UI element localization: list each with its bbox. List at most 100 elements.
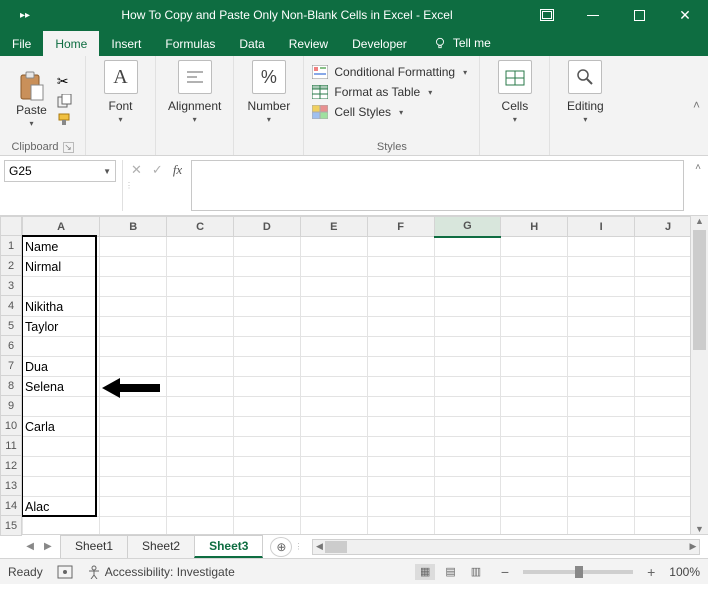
cell-E1[interactable] — [300, 237, 367, 257]
cell-D3[interactable] — [233, 277, 300, 297]
cell-A12[interactable] — [23, 457, 100, 477]
cell-G14[interactable] — [434, 497, 501, 517]
number-button[interactable]: % — [252, 60, 286, 94]
cell-J2[interactable] — [635, 257, 690, 277]
collapse-ribbon-icon[interactable]: ˄ — [693, 98, 700, 112]
column-header-G[interactable]: G — [434, 217, 501, 237]
cell-B6[interactable] — [100, 337, 167, 357]
cell-A11[interactable] — [23, 437, 100, 457]
editing-button[interactable] — [568, 60, 602, 94]
cell-H11[interactable] — [501, 437, 568, 457]
row-header-10[interactable]: 10 — [0, 416, 22, 436]
cell-B4[interactable] — [100, 297, 167, 317]
cell-I13[interactable] — [568, 477, 635, 497]
cell-J3[interactable] — [635, 277, 690, 297]
column-header-B[interactable]: B — [100, 217, 167, 237]
cell-D15[interactable] — [233, 517, 300, 535]
scroll-up-icon[interactable]: ▲ — [691, 216, 708, 226]
cell-B14[interactable] — [100, 497, 167, 517]
zoom-out-icon[interactable]: − — [501, 564, 509, 580]
cell-G4[interactable] — [434, 297, 501, 317]
cell-B11[interactable] — [100, 437, 167, 457]
scroll-down-icon[interactable]: ▼ — [691, 524, 708, 534]
row-header-12[interactable]: 12 — [0, 456, 22, 476]
cell-D2[interactable] — [233, 257, 300, 277]
cell-F7[interactable] — [367, 357, 434, 377]
cell-I9[interactable] — [568, 397, 635, 417]
cell-E3[interactable] — [300, 277, 367, 297]
cell-G13[interactable] — [434, 477, 501, 497]
cell-C9[interactable] — [167, 397, 234, 417]
grid[interactable]: ABCDEFGHIJ NameNirmalNikithaTaylorDuaSel… — [22, 216, 690, 534]
cell-I4[interactable] — [568, 297, 635, 317]
column-header-H[interactable]: H — [501, 217, 568, 237]
expand-formula-bar-icon[interactable]: ˄ — [688, 156, 708, 215]
alignment-dropdown[interactable]: Alignment▾ — [164, 97, 225, 126]
paste-button[interactable]: Paste ▾ — [12, 69, 51, 130]
cell-D10[interactable] — [233, 417, 300, 437]
cell-B7[interactable] — [100, 357, 167, 377]
cell-F10[interactable] — [367, 417, 434, 437]
cell-C13[interactable] — [167, 477, 234, 497]
cell-H13[interactable] — [501, 477, 568, 497]
cell-I2[interactable] — [568, 257, 635, 277]
cell-G15[interactable] — [434, 517, 501, 535]
tab-review[interactable]: Review — [277, 31, 340, 56]
cut-icon[interactable]: ✂ — [57, 73, 73, 90]
editing-dropdown[interactable]: Editing▾ — [563, 97, 608, 126]
cell-styles[interactable]: Cell Styles▾ — [312, 105, 403, 119]
cell-D11[interactable] — [233, 437, 300, 457]
cell-G5[interactable] — [434, 317, 501, 337]
cell-A1[interactable]: Name — [23, 237, 100, 257]
row-header-5[interactable]: 5 — [0, 316, 22, 336]
cell-I6[interactable] — [568, 337, 635, 357]
cell-F1[interactable] — [367, 237, 434, 257]
cell-J4[interactable] — [635, 297, 690, 317]
zoom-slider[interactable] — [523, 570, 633, 574]
cell-A10[interactable]: Carla — [23, 417, 100, 437]
quick-access-expand-icon[interactable]: ▸▸ — [20, 10, 30, 21]
cell-H15[interactable] — [501, 517, 568, 535]
cell-D14[interactable] — [233, 497, 300, 517]
sheet-nav-prev-icon[interactable]: ◀ — [26, 541, 34, 552]
cell-F13[interactable] — [367, 477, 434, 497]
row-header-1[interactable]: 1 — [0, 236, 22, 256]
cell-D6[interactable] — [233, 337, 300, 357]
normal-view-icon[interactable]: ▦ — [415, 564, 435, 580]
cell-C15[interactable] — [167, 517, 234, 535]
cell-C5[interactable] — [167, 317, 234, 337]
cell-D8[interactable] — [233, 377, 300, 397]
vertical-scrollbar[interactable]: ▲ ▼ — [690, 216, 708, 534]
tab-home[interactable]: Home — [43, 31, 99, 56]
cell-A15[interactable] — [23, 517, 100, 535]
column-header-I[interactable]: I — [568, 217, 635, 237]
cell-D1[interactable] — [233, 237, 300, 257]
cell-J9[interactable] — [635, 397, 690, 417]
cell-H2[interactable] — [501, 257, 568, 277]
number-dropdown[interactable]: Number▾ — [244, 97, 295, 126]
cell-D7[interactable] — [233, 357, 300, 377]
cell-D5[interactable] — [233, 317, 300, 337]
accessibility-status[interactable]: Accessibility: Investigate — [87, 565, 235, 579]
cell-G11[interactable] — [434, 437, 501, 457]
cell-G2[interactable] — [434, 257, 501, 277]
cell-I12[interactable] — [568, 457, 635, 477]
cell-I11[interactable] — [568, 437, 635, 457]
select-all-corner[interactable] — [0, 216, 22, 236]
cell-A14[interactable]: Alac — [23, 497, 100, 517]
cell-J10[interactable] — [635, 417, 690, 437]
sheet-nav-next-icon[interactable]: ▶ — [44, 541, 52, 552]
cell-E13[interactable] — [300, 477, 367, 497]
cell-E15[interactable] — [300, 517, 367, 535]
name-box[interactable]: G25 ▼ — [4, 160, 116, 182]
zoom-in-icon[interactable]: + — [647, 564, 655, 580]
format-painter-icon[interactable] — [57, 112, 73, 126]
row-header-11[interactable]: 11 — [0, 436, 22, 456]
cell-A7[interactable]: Dua — [23, 357, 100, 377]
cell-E14[interactable] — [300, 497, 367, 517]
cell-B1[interactable] — [100, 237, 167, 257]
cell-J13[interactable] — [635, 477, 690, 497]
cell-J6[interactable] — [635, 337, 690, 357]
cell-F6[interactable] — [367, 337, 434, 357]
maximize-button[interactable] — [616, 0, 662, 30]
